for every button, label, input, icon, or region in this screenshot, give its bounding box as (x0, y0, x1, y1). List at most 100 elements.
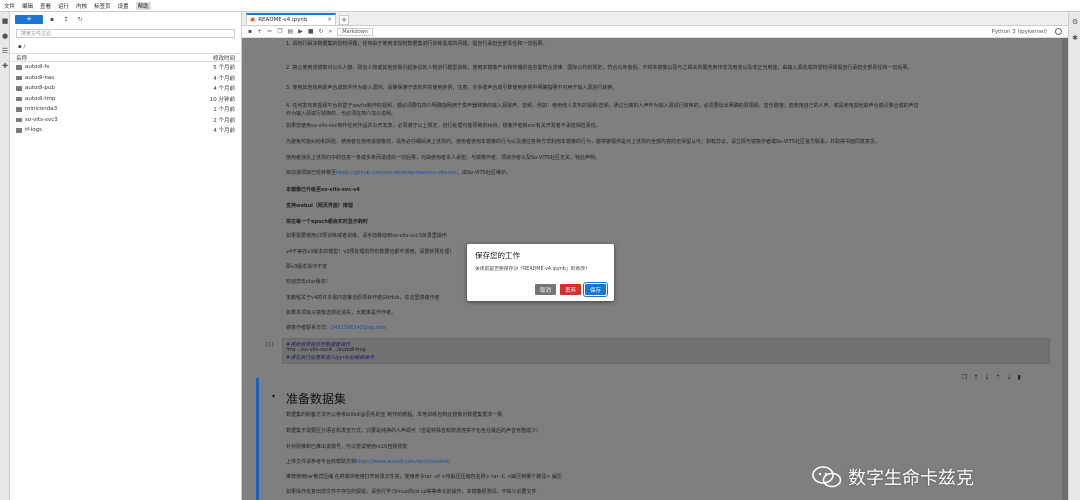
notebook-icon: ▣ (250, 17, 256, 23)
bold-text: 支持webui（网页界面）推理 (286, 203, 353, 209)
add-cell-icon[interactable]: + (257, 28, 262, 35)
menu-tabs[interactable]: 标签页 (94, 2, 111, 10)
add-tab-button[interactable]: + (339, 15, 349, 25)
github-link[interactable]: https://github.com/svc-develop-team/so-v… (336, 170, 457, 176)
breadcrumb[interactable]: ▪ / (10, 41, 241, 53)
body-text: 为避免可能纠纷和风险，使用者在使用该镜像前，请务必仔细阅读上述规约。使用者使用本… (286, 139, 880, 145)
restart-icon[interactable]: ↻ (319, 28, 324, 35)
folder-icon (16, 117, 22, 122)
folder-icon[interactable]: ■ (0, 15, 10, 27)
notebook-content[interactable]: 1. 请勿行解决数据集的授权问题，任何由于使用非授权数据集进行训练造成的问题，需… (242, 38, 1068, 500)
file-name: miniconda3 (25, 106, 58, 113)
insert-below-icon[interactable]: ⇣ (1006, 374, 1011, 381)
body-text: 如果您使用so-vits-svc制作任何作品并公开发表，必须遵守以上规定，自行处… (286, 123, 601, 129)
folder-icon (16, 107, 22, 112)
move-down-icon[interactable]: ↓ (984, 374, 989, 381)
file-list-header: 名称 修改时间 (10, 53, 241, 62)
menu-run[interactable]: 运行 (58, 2, 69, 10)
menu-help[interactable]: 帮助 (135, 1, 151, 10)
new-folder-icon[interactable]: ▪ (47, 15, 57, 24)
menu-view[interactable]: 查看 (40, 2, 51, 10)
file-modified: 2 个月前 (213, 117, 235, 124)
commands-icon[interactable]: ☰ (0, 45, 10, 57)
upload-icon[interactable]: ↥ (61, 15, 71, 24)
delete-icon[interactable]: ▮ (1018, 374, 1021, 381)
menu-kernel[interactable]: 内核 (76, 2, 87, 10)
save-icon[interactable]: ▪ (248, 28, 252, 35)
collapse-icon[interactable]: ▾ (272, 393, 275, 400)
text-span: 目前该项目已经转移至 (286, 170, 337, 176)
breadcrumb-root[interactable]: / (23, 44, 25, 50)
text-span: 镜像作者联系方式： (286, 325, 332, 331)
list-item[interactable]: autodl-fs 5 个月前 (10, 62, 241, 73)
cancel-button[interactable]: 取消 (535, 284, 556, 295)
folder-icon (16, 75, 22, 80)
bold-text: 本镜像已升级至so-vits-svc-v4 (286, 187, 360, 193)
left-activity-bar: ■ ● ☰ ✚ (0, 12, 10, 500)
run-icon[interactable]: ▶ (298, 28, 303, 35)
code-line: #请在执行后重新进入ipynb后继续操作 (286, 355, 375, 361)
watermark: 数字生命卡兹克 (812, 464, 974, 490)
folder-icon (16, 65, 22, 70)
body-text: 使用者违反上述规约中的任意一条或多条而造成的一切后果，均由使用者本人承担，与镜像… (286, 155, 600, 161)
fast-forward-icon[interactable]: » (329, 28, 333, 35)
rule-text: 1. 请勿行解决数据集的授权问题，任何由于使用非授权数据集进行训练造成的问题，需… (286, 41, 548, 47)
list-item[interactable]: so-vits-svc3 2 个月前 (10, 115, 241, 126)
active-cell-indicator[interactable] (256, 378, 259, 500)
list-item[interactable]: autodl-tmp 10 分钟前 (10, 94, 241, 105)
file-search-input[interactable]: 搜索文件过滤 (16, 29, 235, 38)
cut-icon[interactable]: ✂ (267, 28, 272, 35)
text-span: 上传文件请参考平台的帮助文档 (286, 459, 357, 465)
wechat-icon (812, 466, 842, 488)
folder-icon (16, 86, 22, 91)
file-modified: 1 个月前 (213, 107, 235, 114)
refresh-icon[interactable]: ↻ (75, 15, 85, 24)
email-link[interactable]: 3451596343@qq.com (331, 325, 386, 331)
file-name: tf-logs (25, 127, 43, 134)
docs-link[interactable]: https://www.autodl.com/docs/netdisk/ (356, 459, 450, 465)
paste-icon[interactable]: ▤ (288, 28, 294, 35)
body-text: 欢迎您去star版本！ (286, 279, 331, 285)
body-text: 上传文件请参考平台的帮助文档https://www.autodl.com/doc… (286, 458, 450, 465)
stop-icon[interactable]: ■ (308, 28, 314, 35)
property-inspector-icon[interactable]: ⚙ (1069, 16, 1080, 28)
column-modified[interactable]: 修改时间 (213, 54, 235, 62)
rule-text: 3. 使用其他商用歌声合成软件作为输入源时，请确保遵守该软件的使用条例，注意，许… (286, 85, 618, 91)
extensions-icon[interactable]: ✚ (0, 60, 10, 72)
code-line: !mv ../so-vits-svc4 ../autodl-tmp (286, 347, 367, 353)
menu-settings[interactable]: 设置 (118, 2, 129, 10)
code-cell[interactable] (282, 338, 1050, 364)
body-text: v4不兼容v3版本的模型！v3预处理的所有数据也都不通用，请重新预处理！ (286, 249, 455, 255)
move-up-icon[interactable]: ↑ (973, 374, 978, 381)
save-button[interactable]: 保存 (583, 282, 608, 297)
cell-type-select[interactable]: Markdown (337, 27, 374, 36)
insert-above-icon[interactable]: ⇡ (995, 374, 1000, 381)
body-text: 数据集不需要区分语言和发音方式，只要是纯净的人声即可（但是特殊音和旅游连拼不包含… (286, 428, 542, 434)
copy-icon[interactable]: ❐ (277, 28, 282, 35)
menu-file[interactable]: 文件 (4, 2, 15, 10)
notebook-toolbar: ▪ + ✂ ❐ ▤ ▶ ■ ↻ » Markdown Python 3 (ipy… (242, 26, 1068, 38)
list-item[interactable]: miniconda3 1 个月前 (10, 104, 241, 115)
debugger-icon[interactable]: ✱ (1069, 32, 1080, 44)
rule-text: 2. 禁止使用该镜像对公众人物、政治人物或其他容易引起争议的人物进行模型训练，使… (286, 65, 913, 71)
kernel-name[interactable]: Python 3 (ipykernel) (991, 29, 1047, 35)
folder-icon (16, 96, 22, 101)
discard-button[interactable]: 丢弃 (560, 284, 581, 295)
column-name[interactable]: 名称 (16, 54, 27, 62)
rule-text: 4. 任何发布到视频平台的基于sovits制作的视频，都必须要在简介明确指明用于… (286, 103, 919, 109)
running-icon[interactable]: ● (0, 30, 10, 42)
list-item[interactable]: tf-logs 4 个月前 (10, 125, 241, 136)
file-name: so-vits-svc3 (25, 116, 58, 123)
section-heading: 准备数据集 (286, 392, 347, 406)
list-item[interactable]: autodl-nas 4 个月前 (10, 73, 241, 84)
list-item[interactable]: autodl-pub 4 个月前 (10, 83, 241, 94)
tab-readme[interactable]: ▣ README-v4.ipynb ✕ (246, 13, 336, 25)
file-browser: + ▪ ↥ ↻ 搜索文件过滤 ▪ / 名称 修改时间 autodl-fs 5 个月… (10, 12, 242, 500)
duplicate-icon[interactable]: ❐ (962, 374, 967, 381)
menu-edit[interactable]: 编辑 (22, 2, 33, 10)
body-text: 推荐使用tar格式压缩 在终端中使用打开目录文件夹，使用命令tar -xf <待… (286, 474, 562, 480)
new-launcher-button[interactable]: + (15, 14, 43, 24)
body-text: 如果需要使用v3预训练或者训练，请手动移动到so-vits-svc3目录里操作 (286, 233, 447, 239)
text-span: ，由So-VITS社区维护。 (456, 170, 511, 176)
close-icon[interactable]: ✕ (327, 17, 332, 23)
